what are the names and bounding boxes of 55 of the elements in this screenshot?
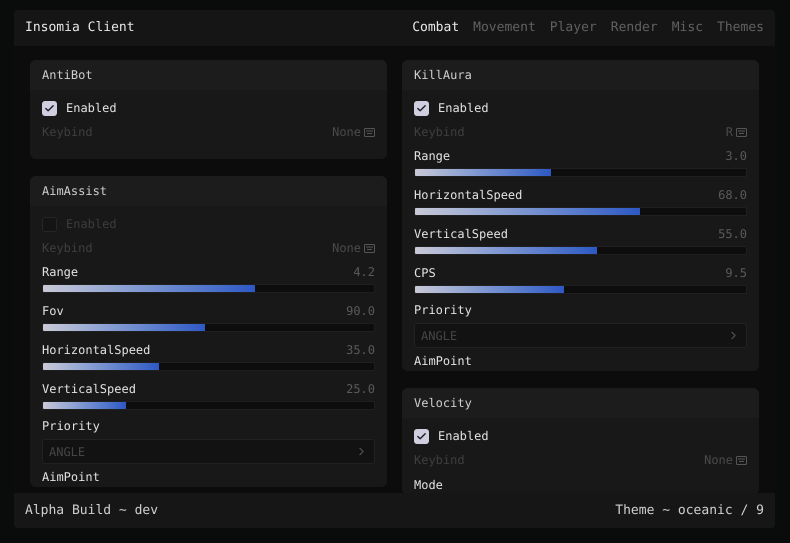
slider-track[interactable] xyxy=(42,401,375,410)
slider-value: 55.0 xyxy=(718,226,747,243)
slider-value: 35.0 xyxy=(346,342,375,359)
build-label: Alpha Build ~ dev xyxy=(25,502,158,520)
module-title: Velocity xyxy=(414,395,472,412)
check-icon xyxy=(416,102,427,114)
tab[interactable]: Player xyxy=(550,18,597,38)
slider-track[interactable] xyxy=(414,246,747,255)
slider-value: 4.2 xyxy=(353,264,375,281)
slider-value: 3.0 xyxy=(725,148,747,165)
setting-heading: AimPoint xyxy=(414,353,472,370)
module-title: AntiBot xyxy=(42,67,93,84)
keyboard-icon xyxy=(736,128,747,136)
keyboard-icon xyxy=(364,128,375,136)
checkbox[interactable] xyxy=(414,428,429,444)
slider-label: Range xyxy=(414,148,450,165)
slider-label: HorizontalSpeed xyxy=(42,342,150,359)
tab[interactable]: Combat xyxy=(412,18,460,38)
setting-heading: Mode xyxy=(414,477,443,493)
slider-label: HorizontalSpeed xyxy=(414,187,522,204)
slider-label: CPS xyxy=(414,265,436,282)
slider-value: 90.0 xyxy=(346,303,375,320)
slider-value: 9.5 xyxy=(725,265,747,282)
module-title: AimAssist xyxy=(42,183,108,200)
checkbox[interactable] xyxy=(42,100,57,116)
slider-track[interactable] xyxy=(42,362,375,371)
checkbox-label: Enabled xyxy=(438,428,489,445)
checkbox-label: Enabled xyxy=(438,100,489,117)
window-title: Insomia Client xyxy=(25,19,135,38)
setting-heading: AimPoint xyxy=(42,469,100,486)
tab[interactable]: Misc xyxy=(672,18,704,38)
tab[interactable]: Render xyxy=(610,18,658,38)
slider-track[interactable] xyxy=(42,284,375,293)
slider-value: 25.0 xyxy=(346,381,375,398)
check-icon xyxy=(416,430,427,442)
keyboard-icon xyxy=(364,244,375,252)
slider-label: Range xyxy=(42,264,78,281)
slider-track[interactable] xyxy=(414,168,747,177)
keyboard-icon xyxy=(736,456,747,464)
check-icon xyxy=(44,102,55,114)
module-title: KillAura xyxy=(414,67,472,84)
checkbox-label: Enabled xyxy=(66,100,117,117)
tab[interactable]: Themes xyxy=(717,18,764,38)
slider-track[interactable] xyxy=(414,285,747,294)
dropdown-label: Priority xyxy=(42,418,100,435)
slider-track[interactable] xyxy=(414,207,747,216)
slider-track[interactable] xyxy=(42,323,375,332)
tab[interactable]: Movement xyxy=(473,18,536,38)
slider-label: VerticalSpeed xyxy=(42,381,136,398)
slider-label: VerticalSpeed xyxy=(414,226,508,243)
dropdown-label: Priority xyxy=(414,302,472,319)
slider-value: 68.0 xyxy=(718,187,747,204)
theme-label: Theme ~ oceanic / 9 xyxy=(615,502,764,520)
slider-label: Fov xyxy=(42,303,64,320)
checkbox[interactable] xyxy=(414,100,429,116)
